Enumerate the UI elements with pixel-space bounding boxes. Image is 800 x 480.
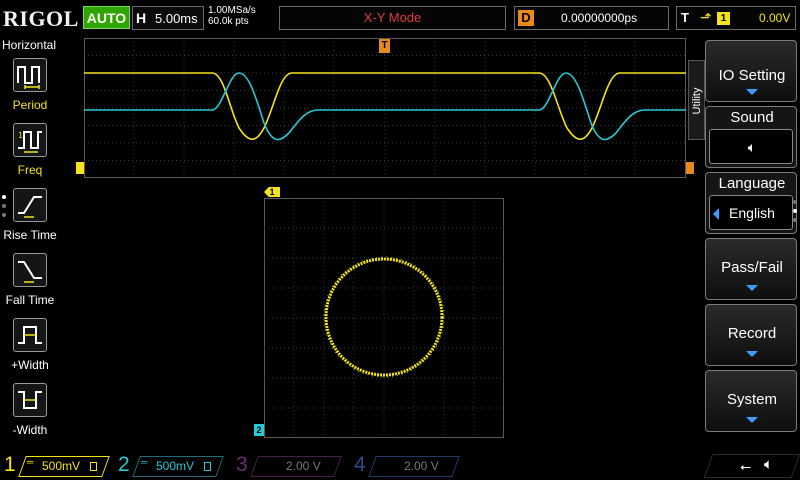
utility-menu: Utility IO Setting Sound 🔈︎ Language Eng… xyxy=(688,38,800,448)
positive-width-icon xyxy=(13,318,47,352)
page-dot xyxy=(793,209,797,213)
svg-text:1: 1 xyxy=(18,131,23,140)
memory-depth: 60.0k pts xyxy=(208,16,249,27)
sample-rate: 1.00MSa/s xyxy=(208,5,256,16)
ch2-scale: 500mV xyxy=(156,459,195,473)
system-button[interactable]: System xyxy=(705,370,797,432)
xy-grid xyxy=(264,198,504,438)
record-label: Record xyxy=(727,325,777,342)
measure-fall-time-label: Fall Time xyxy=(5,293,55,307)
run-mode-badge[interactable]: AUTO xyxy=(83,6,130,29)
language-value: English xyxy=(729,205,775,221)
pass-fail-label: Pass/Fail xyxy=(721,259,783,276)
bandwidth-limit-icon xyxy=(204,462,211,471)
pass-fail-button[interactable]: Pass/Fail xyxy=(705,238,797,300)
ch3-number: 3 xyxy=(236,453,248,476)
ch1-offset-marker-left[interactable] xyxy=(76,162,84,174)
yt-waveform-window[interactable] xyxy=(84,38,686,178)
sound-label: Sound xyxy=(730,109,774,126)
ch3-scale: 2.00 V xyxy=(286,459,321,473)
lissajous-trace xyxy=(324,257,444,377)
ch1-xy-marker[interactable]: 1 xyxy=(264,187,280,197)
rising-edge-icon: ⬏ xyxy=(700,9,712,25)
speaker-icon: 🔈︎ xyxy=(747,139,757,155)
ch3-status[interactable]: 3 2.00 V xyxy=(236,453,346,479)
fall-time-icon xyxy=(13,253,47,287)
measure-menu: Horizontal Period 1 Freq Rise Time Fall … xyxy=(0,38,60,448)
ch2-xy-marker-label: 2 xyxy=(256,425,262,435)
measure-negative-width[interactable]: -Width xyxy=(0,383,60,445)
chevron-down-icon xyxy=(746,417,758,423)
horizontal-timebase-box[interactable]: H 5.00ms xyxy=(132,6,204,30)
ch2-status[interactable]: 2 ═ 500mV xyxy=(118,453,228,479)
acquisition-info: 1.00MSa/s 60.0k pts xyxy=(208,5,256,27)
bandwidth-limit-icon xyxy=(90,462,97,471)
timebase-value: 5.00ms xyxy=(155,11,198,26)
negative-width-icon xyxy=(13,383,47,417)
sound-button[interactable]: Sound 🔈︎ xyxy=(705,106,797,168)
measure-rise-time[interactable]: Rise Time xyxy=(0,188,60,250)
language-label: Language xyxy=(718,175,786,192)
trigger-source-badge: 1 xyxy=(717,12,730,25)
trigger-position-marker[interactable]: T xyxy=(379,39,390,53)
chevron-down-icon xyxy=(746,285,758,291)
trigger-key: T xyxy=(681,10,689,25)
channel-status-bar: 1 ═ 500mV 2 ═ 500mV 3 2.00 V 4 2.00 V ⭠ … xyxy=(0,452,800,480)
rigol-logo: RIGOL xyxy=(3,6,79,31)
utility-tab-label: Utility xyxy=(691,87,703,115)
delay-box[interactable]: D 0.00000000ps xyxy=(514,6,669,30)
measure-freq-label: Freq xyxy=(17,163,43,177)
trigger-box[interactable]: T ⬏ 1 0.00V xyxy=(676,6,796,30)
ch4-number: 4 xyxy=(354,453,366,476)
ch1-scale: 500mV xyxy=(42,459,81,473)
measure-menu-title: Horizontal xyxy=(2,38,57,52)
delay-value: 0.00000000ps xyxy=(561,11,638,25)
measure-rise-time-label: Rise Time xyxy=(3,228,57,242)
status-icon-area xyxy=(703,454,800,478)
rise-time-icon xyxy=(13,188,47,222)
io-setting-button[interactable]: IO Setting xyxy=(705,40,797,102)
delay-key: D xyxy=(518,10,534,26)
dc-coupling-icon: ═ xyxy=(141,457,148,467)
top-status-bar: RIGOL AUTO H 5.00ms 1.00MSa/s 60.0k pts … xyxy=(0,0,800,36)
measure-negative-width-label: -Width xyxy=(12,423,48,437)
measure-period-label: Period xyxy=(12,98,48,112)
display-mode-indicator: X-Y Mode xyxy=(279,6,506,30)
utility-tab[interactable]: Utility xyxy=(688,60,705,140)
freq-icon: 1 xyxy=(13,123,47,157)
record-button[interactable]: Record xyxy=(705,304,797,366)
language-button[interactable]: Language English xyxy=(705,172,797,234)
xy-waveform-window[interactable] xyxy=(264,198,504,438)
ch1-status[interactable]: 1 ═ 500mV xyxy=(4,453,114,479)
yt-grid xyxy=(84,38,686,178)
horizontal-key: H xyxy=(136,10,147,26)
system-label: System xyxy=(726,391,777,408)
sound-value-box: 🔈︎ xyxy=(709,129,793,164)
ch4-status[interactable]: 4 2.00 V xyxy=(354,453,464,479)
chevron-down-icon xyxy=(746,89,758,95)
measure-freq[interactable]: 1 Freq xyxy=(0,123,60,185)
usb-icon: ⭠ xyxy=(740,458,752,474)
measure-period[interactable]: Period xyxy=(0,58,60,120)
trigger-level: 0.00V xyxy=(759,11,791,25)
language-value-box: English xyxy=(709,195,793,230)
measure-fall-time[interactable]: Fall Time xyxy=(0,253,60,315)
speaker-icon[interactable]: 🔈︎ xyxy=(764,456,773,473)
ch2-number: 2 xyxy=(118,453,130,476)
ch1-number: 1 xyxy=(4,453,16,476)
ch4-scale: 2.00 V xyxy=(404,459,439,473)
measure-positive-width[interactable]: +Width xyxy=(0,318,60,380)
page-dot xyxy=(793,218,797,222)
measure-positive-width-label: +Width xyxy=(11,358,49,372)
io-setting-label: IO Setting xyxy=(718,67,786,84)
dc-coupling-icon: ═ xyxy=(27,457,34,467)
language-page-dots xyxy=(793,200,797,227)
ch2-xy-marker[interactable]: 2 xyxy=(254,424,264,436)
page-dot xyxy=(793,200,797,204)
chevron-down-icon xyxy=(746,351,758,357)
trigger-marker-label: T xyxy=(381,40,388,51)
ch1-xy-marker-label: 1 xyxy=(269,187,275,197)
period-icon xyxy=(13,58,47,92)
